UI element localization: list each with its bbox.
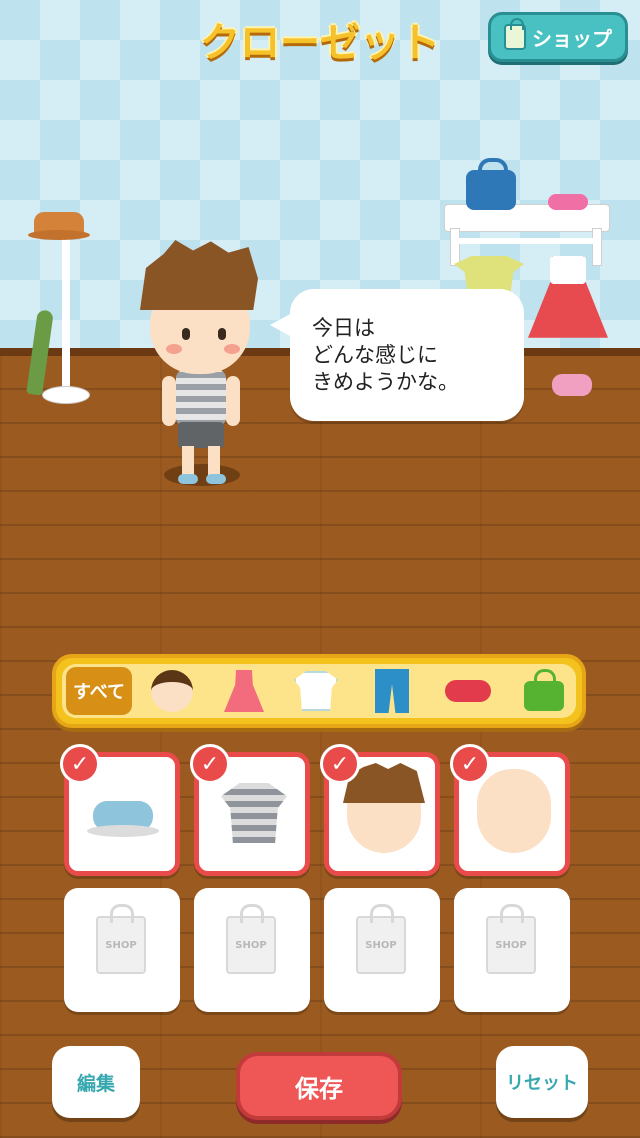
avatar-shorts: [178, 422, 224, 448]
bow-icon: [548, 194, 588, 210]
shelf-leg: [592, 228, 602, 266]
empty-item-slot[interactable]: SHOP: [64, 888, 180, 1012]
avatar-cheek: [166, 344, 182, 354]
avatar-shirt: [176, 370, 226, 426]
avatar-shadow: [164, 464, 240, 486]
shelf-leg: [450, 228, 460, 266]
coat-rack: [26, 200, 100, 410]
speech-line: きめようかな。: [312, 370, 459, 394]
shop-bag-icon: SHOP: [226, 904, 276, 974]
avatar-eye: [218, 328, 226, 340]
shop-button[interactable]: ショップ: [488, 12, 628, 62]
check-icon: ✓: [60, 744, 100, 784]
check-icon: ✓: [320, 744, 360, 784]
empty-item-slot[interactable]: SHOP: [454, 888, 570, 1012]
avatar-leg: [182, 446, 194, 476]
tab-dress[interactable]: [212, 664, 276, 718]
shop-bag-icon: SHOP: [486, 904, 536, 974]
avatar-hair: [140, 240, 258, 310]
tab-face-hair[interactable]: [140, 664, 204, 718]
avatar[interactable]: [136, 236, 266, 496]
speech-line: 今日は: [312, 316, 375, 340]
avatar-cheek: [224, 344, 240, 354]
page-title: クローゼット: [200, 20, 440, 66]
tab-all[interactable]: すべて: [66, 667, 132, 715]
avatar-shoe: [206, 474, 226, 484]
bag-icon: [524, 669, 564, 711]
edit-button[interactable]: 編集: [52, 1046, 140, 1118]
speech-bubble: 今日は どんな感じに きめようかな。: [270, 289, 524, 421]
avatar-arm: [162, 376, 176, 426]
shopping-bag-icon: [504, 18, 526, 50]
empty-item-slot[interactable]: SHOP: [194, 888, 310, 1012]
hanger-rod: [458, 238, 598, 244]
rack-pole: [62, 230, 70, 390]
tab-bag[interactable]: [512, 664, 576, 718]
clothing-shelf: [444, 204, 610, 266]
category-tab-bar: すべて: [52, 654, 586, 728]
shoes-item-icon: [87, 801, 159, 837]
face-item-icon: [477, 769, 551, 853]
dress-icon: [224, 670, 264, 712]
shop-bag-icon: SHOP: [96, 904, 146, 974]
shirt-icon: [294, 671, 338, 711]
check-icon: ✓: [190, 744, 230, 784]
pink-shoes-icon: [552, 374, 592, 396]
face-hair-icon: [151, 670, 193, 712]
handbag-icon: [466, 158, 516, 210]
shop-bag-icon: SHOP: [356, 904, 406, 974]
tab-tops[interactable]: [284, 664, 348, 718]
avatar-arm: [226, 376, 240, 426]
empty-item-slot[interactable]: SHOP: [324, 888, 440, 1012]
save-button[interactable]: 保存: [236, 1052, 402, 1120]
hair-item-icon: [347, 769, 421, 853]
check-icon: ✓: [450, 744, 490, 784]
tab-bottoms[interactable]: [360, 664, 424, 718]
tab-shoes[interactable]: [436, 664, 500, 718]
reset-button[interactable]: リセット: [496, 1046, 588, 1118]
avatar-shoe: [178, 474, 198, 484]
pants-icon: [375, 669, 409, 713]
umbrella-icon: [26, 309, 54, 396]
rack-base: [42, 386, 90, 404]
dress-collar: [550, 256, 586, 284]
speech-line: どんな感じに: [312, 343, 438, 367]
shoes-icon: [445, 680, 491, 702]
hat-icon: [28, 212, 90, 240]
avatar-eye: [182, 328, 190, 340]
shop-button-label: ショップ: [532, 26, 612, 51]
striped-shirt-icon: [221, 783, 287, 843]
avatar-leg: [208, 446, 220, 476]
wooden-floor: [0, 356, 640, 1138]
